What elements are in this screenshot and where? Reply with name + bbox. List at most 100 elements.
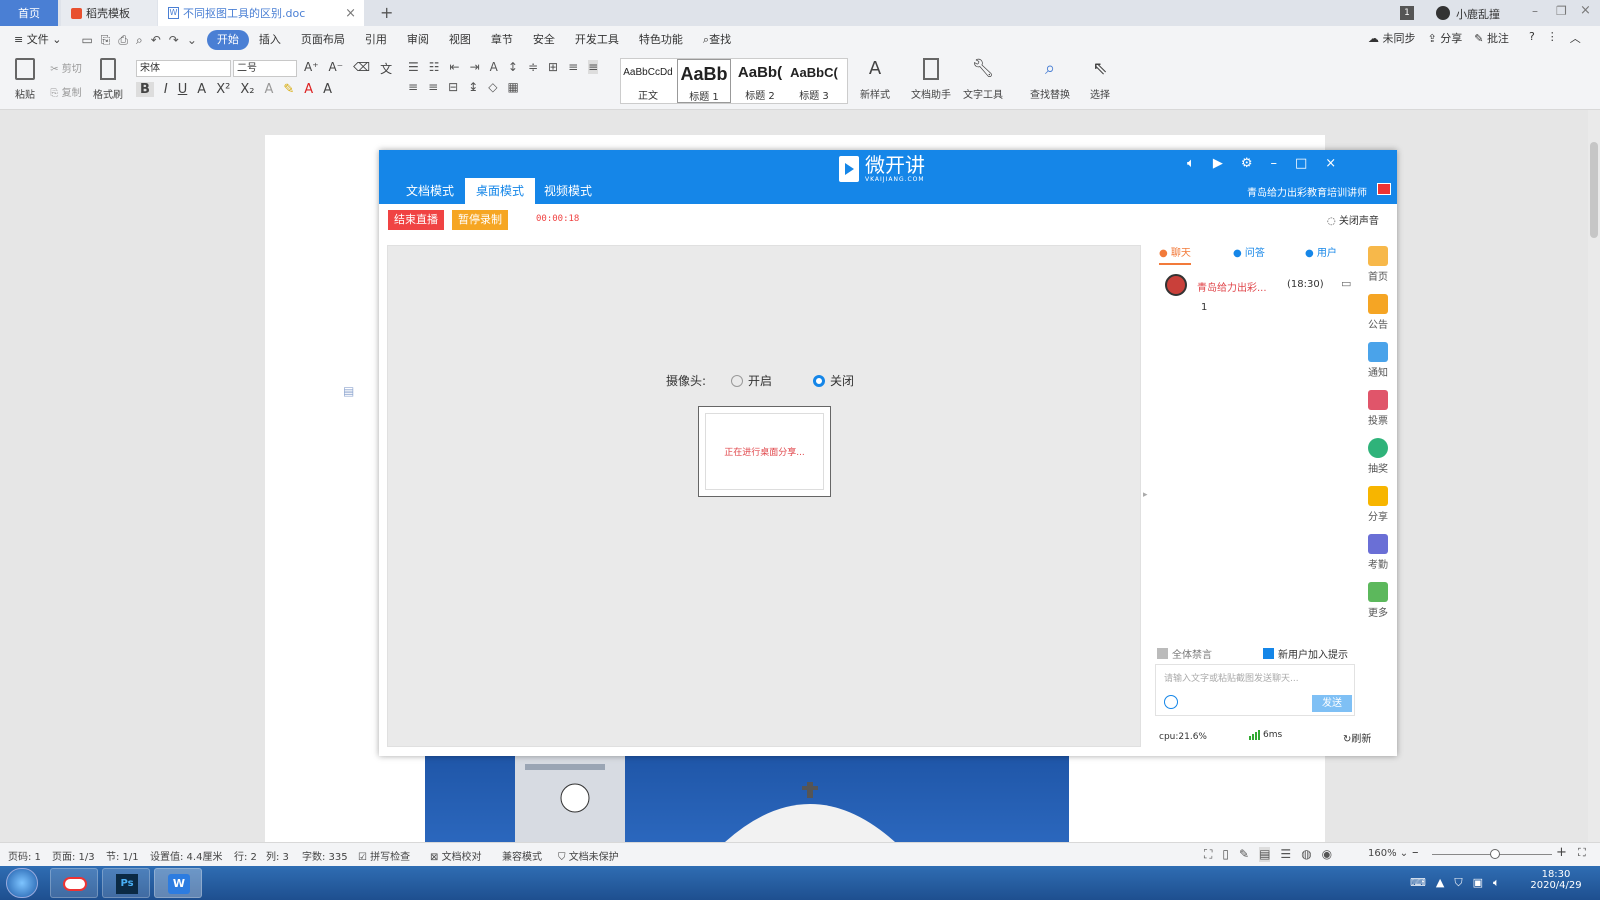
bold-icon[interactable]: B xyxy=(136,82,154,97)
font-color-icon[interactable]: A xyxy=(304,82,313,97)
pause-record-button[interactable]: 暂停录制 xyxy=(452,210,508,230)
security-icon[interactable]: ⛉ xyxy=(1454,876,1462,890)
side-item-lottery[interactable]: 抽奖 xyxy=(1361,438,1395,475)
phonetic-icon[interactable]: 文 xyxy=(380,60,392,77)
bullets-icon[interactable]: ☰ xyxy=(408,60,419,74)
mute-button[interactable]: ◌ 关闭声音 xyxy=(1327,212,1379,227)
paste-button[interactable]: 粘贴 xyxy=(8,58,42,101)
page-view-icon[interactable]: ▤ xyxy=(1259,847,1271,862)
sync-button[interactable]: ☁ 未同步 xyxy=(1368,30,1416,46)
shrink-font-icon[interactable]: A⁻ xyxy=(329,60,344,77)
doc-assistant-button[interactable]: 文档助手 xyxy=(908,58,954,101)
comment-button[interactable]: ✎ 批注 xyxy=(1474,30,1509,46)
tab-video-mode[interactable]: 视频模式 xyxy=(533,178,603,204)
keyboard-icon[interactable]: ⌨ xyxy=(1410,876,1426,890)
tab-docer-templates[interactable]: 稻壳模板 xyxy=(61,0,157,26)
cut-button[interactable]: ✂ 剪切 xyxy=(46,60,86,75)
side-item-home[interactable]: 首页 xyxy=(1361,246,1395,283)
menu-chapter[interactable]: 章节 xyxy=(481,30,523,50)
camera-on-radio[interactable]: 开启 xyxy=(731,372,772,389)
taskbar-wps-writer[interactable]: W xyxy=(154,868,202,898)
taskbar-cloud-app[interactable] xyxy=(50,868,98,898)
avatar[interactable] xyxy=(1436,6,1450,20)
doc-check-button[interactable]: ⊠ 文档校对 xyxy=(430,848,482,863)
tab-users[interactable]: ● 用户 xyxy=(1305,243,1337,265)
char-shading-icon[interactable]: A xyxy=(323,82,332,97)
subscript-icon[interactable]: X₂ xyxy=(240,82,254,97)
edit-view-icon[interactable]: ✎ xyxy=(1239,847,1249,862)
format-painter-button[interactable]: 格式刷 xyxy=(90,58,126,101)
protect-status[interactable]: ⛉ 文档未保护 xyxy=(558,848,619,863)
tab-chat[interactable]: ● 聊天 xyxy=(1159,243,1191,265)
redo-icon[interactable]: ↷ xyxy=(169,33,179,48)
menu-search[interactable]: ⌕查找 xyxy=(693,30,741,50)
outline-view-icon[interactable]: ☰ xyxy=(1280,847,1291,862)
restore-icon[interactable]: ❐ xyxy=(1556,4,1567,18)
distribute-icon[interactable]: ⊟ xyxy=(448,80,458,94)
borders-icon[interactable]: ▦ xyxy=(507,80,518,94)
refresh-button[interactable]: ↻刷新 xyxy=(1343,730,1371,745)
document-image[interactable] xyxy=(425,756,1069,842)
app-minimize-icon[interactable]: – xyxy=(1270,156,1277,171)
style-normal[interactable]: AaBbCcDd 正文 xyxy=(621,59,675,103)
fit-window-icon[interactable]: ⛶ xyxy=(1578,846,1586,860)
print-icon[interactable]: ⎙ xyxy=(118,33,128,48)
app-maximize-icon[interactable]: □ xyxy=(1295,156,1307,171)
tab-desktop-mode[interactable]: 桌面模式 xyxy=(465,178,536,204)
taskbar-photoshop[interactable]: Ps xyxy=(102,868,150,898)
superscript-icon[interactable]: X² xyxy=(216,82,230,97)
italic-icon[interactable]: I xyxy=(164,82,168,97)
find-replace-button[interactable]: ⌕ 查找替换 xyxy=(1024,58,1076,101)
user-name[interactable]: 小鹿乱撞 xyxy=(1456,6,1500,22)
reading-view-icon[interactable]: ▯ xyxy=(1222,847,1229,862)
menu-start[interactable]: 开始 xyxy=(206,30,249,50)
screen-icon[interactable]: ▭ xyxy=(1341,277,1351,290)
status-words[interactable]: 字数: 335 xyxy=(302,848,348,863)
more-menu-icon[interactable]: ⋮ xyxy=(1547,30,1558,46)
tab-document-mode[interactable]: 文档模式 xyxy=(395,178,465,204)
style-heading-2[interactable]: AaBb( 标题 2 xyxy=(733,59,787,103)
save-icon[interactable]: ▭ xyxy=(81,33,92,48)
justify-icon[interactable]: ≡ xyxy=(428,80,438,94)
new-user-hint-checkbox[interactable]: 新用户加入提示 xyxy=(1263,646,1348,661)
spacing-icon[interactable]: ≑ xyxy=(528,60,538,74)
export-icon[interactable]: ⎘ xyxy=(101,33,111,48)
select-button[interactable]: ⇖ 选择 xyxy=(1082,58,1118,101)
side-item-notice[interactable]: 通知 xyxy=(1361,342,1395,379)
shading-icon[interactable]: ◇ xyxy=(488,80,497,94)
menu-file[interactable]: ≡ 文件 ⌄ xyxy=(4,30,71,50)
align-right-icon[interactable]: ≡ xyxy=(408,80,418,94)
side-item-vote[interactable]: 投票 xyxy=(1361,390,1395,427)
speaker-icon[interactable]: 🔈︎ xyxy=(1493,876,1500,890)
account-name[interactable]: 青岛给力出彩教育培训讲师 xyxy=(1247,184,1367,199)
help-icon[interactable]: ? xyxy=(1529,30,1535,46)
line-spacing-icon[interactable]: ↨ xyxy=(468,80,478,94)
text-effect-icon[interactable]: A xyxy=(264,82,273,97)
vertical-scrollbar[interactable] xyxy=(1588,110,1600,842)
emoji-icon[interactable] xyxy=(1164,695,1178,709)
status-pages[interactable]: 页面: 1/3 xyxy=(52,848,95,863)
volume-icon[interactable]: 🔈︎ xyxy=(1187,156,1195,171)
collapse-ribbon-icon[interactable]: ︿ xyxy=(1570,30,1581,46)
share-button[interactable]: ⇪ 分享 xyxy=(1428,30,1463,46)
zoom-in-icon[interactable]: + xyxy=(1556,845,1567,860)
sort-icon[interactable]: ↕ xyxy=(508,60,518,74)
clock[interactable]: 18:30 2020/4/29 xyxy=(1526,869,1586,891)
spellcheck-button[interactable]: ☑ 拼写检查 xyxy=(358,848,410,863)
menu-references[interactable]: 引用 xyxy=(355,30,397,50)
tab-home[interactable]: 首页 xyxy=(0,0,58,26)
screen-share-icon[interactable]: ▶ xyxy=(1213,156,1223,171)
increase-indent-icon[interactable]: ⇥ xyxy=(470,60,480,74)
strikethrough-icon[interactable]: A xyxy=(197,82,206,97)
side-item-attendance[interactable]: 考勤 xyxy=(1361,534,1395,571)
clear-format-icon[interactable]: ⌫ xyxy=(353,60,370,77)
numbering-icon[interactable]: ☷ xyxy=(429,60,440,74)
start-button[interactable] xyxy=(6,868,38,898)
new-tab-button[interactable]: + xyxy=(380,3,393,22)
menu-special[interactable]: 特色功能 xyxy=(629,30,693,50)
fullscreen-icon[interactable]: ⛶ xyxy=(1204,847,1212,862)
close-icon[interactable]: × xyxy=(1580,3,1591,18)
new-style-button[interactable]: A 新样式 xyxy=(854,58,896,101)
font-size-select[interactable]: 二号 xyxy=(233,60,297,77)
chat-input[interactable]: 请输入文字或粘贴截图发送聊天... xyxy=(1164,671,1299,684)
